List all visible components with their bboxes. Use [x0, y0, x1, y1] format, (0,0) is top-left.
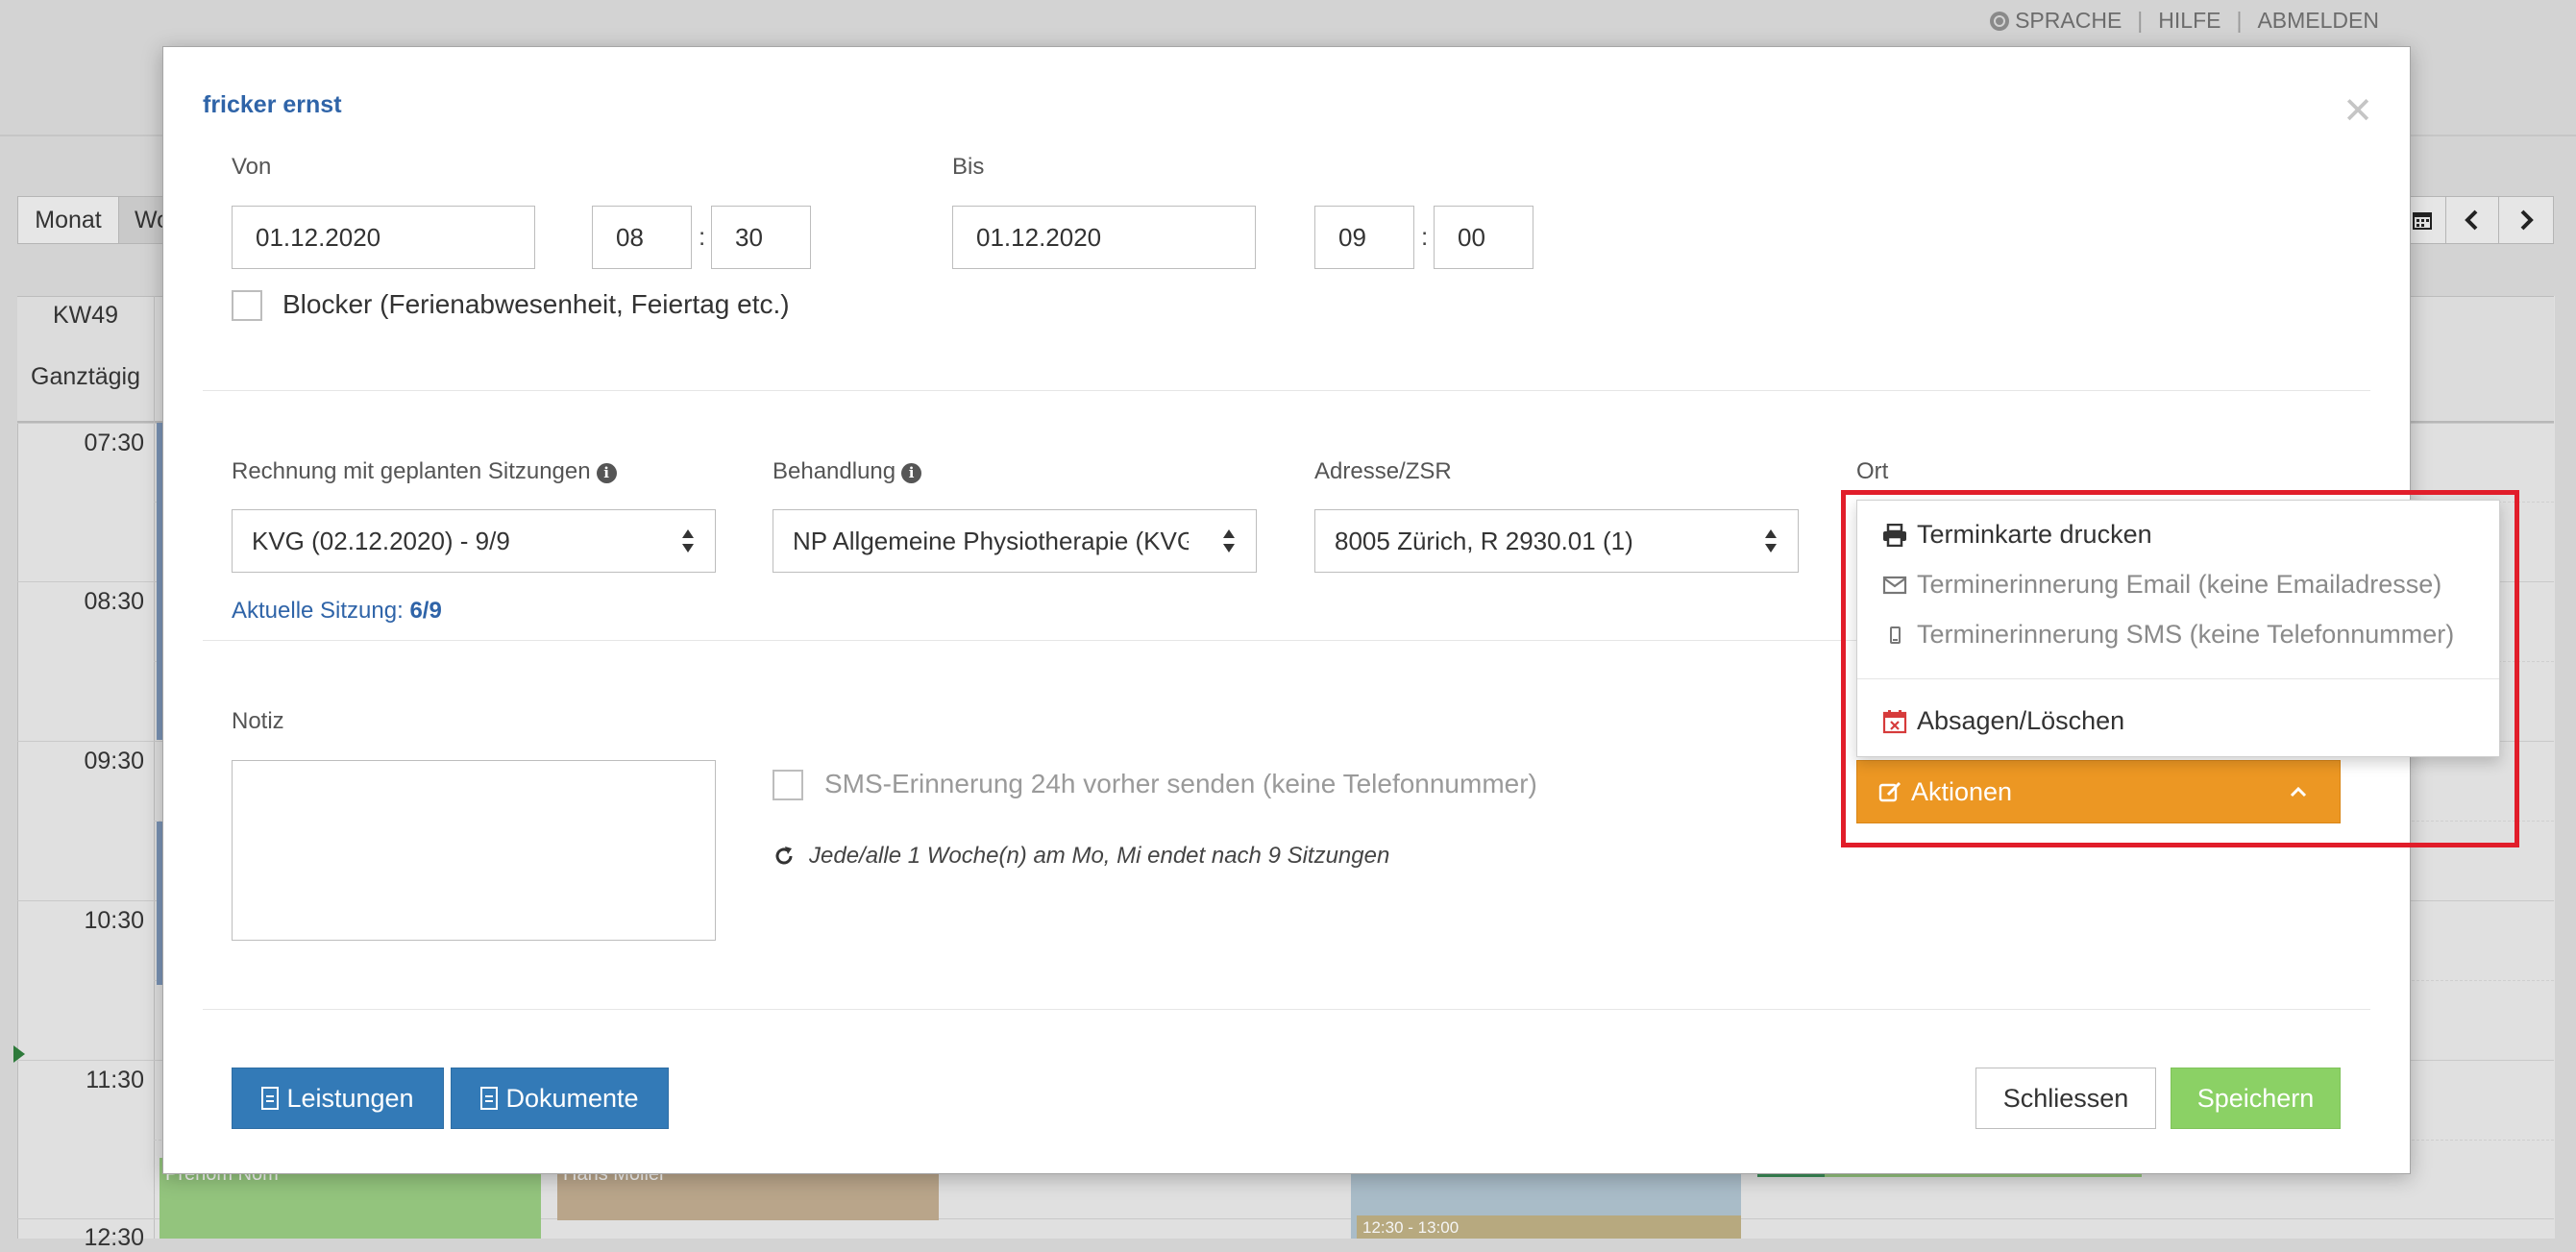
calendar-icon	[2413, 212, 2432, 230]
nav-separator: |	[2137, 8, 2144, 33]
recurrence-info: Jede/alle 1 Woche(n) am Mo, Mi endet nac…	[773, 843, 1389, 870]
file-text-icon	[480, 1087, 499, 1110]
to-minute-input[interactable]: 00	[1434, 206, 1533, 269]
services-button[interactable]: Leistungen	[232, 1068, 444, 1129]
note-label: Notiz	[232, 708, 284, 734]
to-label: Bis	[952, 154, 985, 180]
invoice-select-value: KVG (02.12.2020) - 9/9	[252, 526, 510, 555]
sms-reminder-checkbox[interactable]	[773, 770, 803, 800]
section-divider	[203, 390, 2370, 391]
session-value: 6/9	[409, 598, 442, 624]
highlight-annotation	[1841, 490, 2519, 847]
chevron-left-icon	[2465, 209, 2478, 231]
refresh-icon	[775, 847, 793, 865]
info-icon[interactable]: i	[596, 463, 617, 483]
view-month-button[interactable]: Monat	[17, 196, 119, 244]
language-label: SPRACHE	[2015, 8, 2122, 33]
sort-arrows-icon	[1223, 529, 1235, 552]
to-date-input[interactable]: 01.12.2020	[952, 206, 1256, 269]
hour-label: 10:30	[84, 907, 144, 934]
hour-label: 08:30	[84, 588, 144, 615]
documents-button[interactable]: Dokumente	[451, 1068, 669, 1129]
blocker-label: Blocker (Ferienabwesenheit, Feiertag etc…	[282, 289, 790, 319]
treatment-label: Behandlung i	[773, 458, 922, 485]
nav-separator: |	[2236, 8, 2243, 33]
language-link[interactable]: SPRACHE	[1990, 8, 2122, 34]
chevron-right-icon	[2520, 209, 2534, 231]
help-link[interactable]: HILFE	[2158, 8, 2220, 34]
documents-button-label: Dokumente	[505, 1083, 639, 1113]
sort-arrows-icon	[1765, 529, 1777, 552]
section-divider	[203, 1009, 2370, 1010]
to-hour-input[interactable]: 09	[1314, 206, 1414, 269]
save-button[interactable]: Speichern	[2171, 1068, 2341, 1129]
services-button-label: Leistungen	[286, 1083, 414, 1113]
blocker-checkbox[interactable]	[232, 290, 262, 321]
logout-link[interactable]: ABMELDEN	[2257, 8, 2379, 34]
calendar-event[interactable]: 12:30 - 13:00	[1357, 1215, 1741, 1239]
modal-title: fricker ernst	[203, 91, 342, 118]
close-button[interactable]: Schliessen	[1975, 1068, 2156, 1129]
info-icon[interactable]: i	[901, 463, 922, 483]
next-week-button[interactable]	[2498, 196, 2554, 244]
location-label: Ort	[1856, 458, 1889, 484]
treatment-select-value: NP Allgemeine Physiotherapie (KVG)	[793, 526, 1189, 555]
current-time-indicator	[13, 1045, 25, 1063]
globe-icon	[1990, 11, 2010, 31]
from-date-input[interactable]: 01.12.2020	[232, 206, 535, 269]
sort-arrows-icon	[682, 529, 694, 552]
from-hour-input[interactable]: 08	[592, 206, 692, 269]
address-select[interactable]: 8005 Zürich, R 2930.01 (1)	[1314, 509, 1799, 573]
invoice-select[interactable]: KVG (02.12.2020) - 9/9	[232, 509, 716, 573]
note-textarea[interactable]	[232, 760, 716, 941]
address-select-value: 8005 Zürich, R 2930.01 (1)	[1335, 526, 1633, 555]
hour-label: 09:30	[84, 748, 144, 774]
file-icon	[261, 1087, 280, 1110]
from-label: Von	[232, 154, 272, 180]
time-separator: :	[699, 222, 706, 251]
address-label: Adresse/ZSR	[1314, 458, 1452, 484]
session-prefix: Aktuelle Sitzung:	[232, 598, 404, 624]
hour-label: 07:30	[84, 430, 144, 456]
current-session: Aktuelle Sitzung: 6/9	[232, 598, 442, 625]
sms-reminder-label: SMS-Erinnerung 24h vorher senden (keine …	[824, 769, 1537, 798]
close-icon[interactable]: ✕	[2343, 93, 2373, 130]
treatment-label-text: Behandlung	[773, 458, 896, 484]
invoice-label-text: Rechnung mit geplanten Sitzungen	[232, 458, 591, 484]
from-minute-input[interactable]: 30	[711, 206, 811, 269]
invoice-label: Rechnung mit geplanten Sitzungen i	[232, 458, 617, 485]
prev-week-button[interactable]	[2445, 196, 2499, 244]
time-separator: :	[1421, 222, 1429, 251]
hour-label: 11:30	[86, 1067, 144, 1093]
recurrence-text: Jede/alle 1 Woche(n) am Mo, Mi endet nac…	[809, 843, 1390, 869]
top-navigation: SPRACHE | HILFE | ABMELDEN	[1990, 8, 2379, 34]
treatment-select[interactable]: NP Allgemeine Physiotherapie (KVG)	[773, 509, 1257, 573]
